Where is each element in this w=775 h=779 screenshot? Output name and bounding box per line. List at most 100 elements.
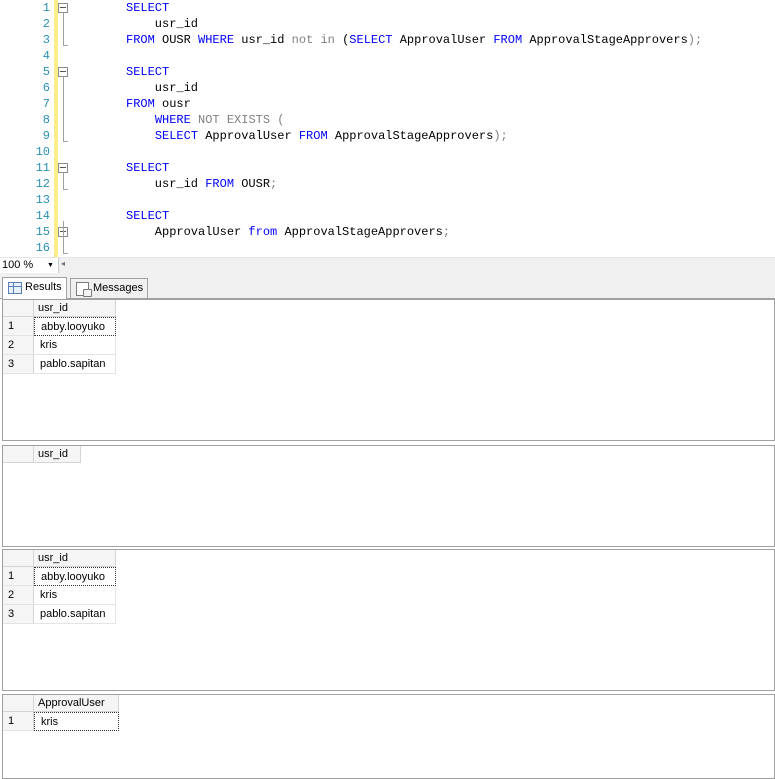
table-cell[interactable]: kris — [34, 712, 119, 731]
zoom-select[interactable]: 100 % ▼ — [0, 258, 59, 273]
grid-corner[interactable] — [3, 550, 34, 567]
code-line[interactable]: 3 FROM OUSR WHERE usr_id not in (SELECT A… — [0, 32, 775, 48]
grid-corner[interactable] — [3, 446, 34, 463]
code-line[interactable]: 13 — [0, 192, 775, 208]
code-token: WHERE — [198, 33, 242, 47]
code-token: SELECT — [349, 33, 400, 47]
collapse-icon[interactable] — [58, 3, 68, 13]
code-token: ApprovalUser — [205, 129, 299, 143]
code-line[interactable]: 8 WHERE NOT EXISTS ( — [0, 112, 775, 128]
code-line[interactable]: 15 ApprovalUser from ApprovalStageApprov… — [0, 224, 775, 240]
result-grid[interactable]: usr_id — [2, 445, 775, 547]
tab-results[interactable]: Results — [2, 277, 67, 299]
grid-corner[interactable] — [3, 695, 34, 712]
messages-icon — [76, 282, 92, 297]
code-text: WHERE NOT EXISTS ( — [126, 112, 285, 128]
code-token: FROM — [493, 33, 530, 47]
code-text: SELECT — [126, 160, 169, 176]
line-number: 6 — [42, 81, 50, 95]
scroll-left-icon[interactable]: ◂ — [61, 259, 65, 268]
row-header[interactable]: 3 — [3, 355, 34, 374]
grid-icon — [8, 282, 22, 294]
sql-editor[interactable]: 1 SELECT 2 usr_id 3 FROM OUSR WHERE usr_id n… — [0, 0, 775, 257]
column-header[interactable]: usr_id — [34, 300, 116, 317]
line-number: 10 — [35, 145, 50, 159]
table-cell[interactable]: abby.looyuko — [34, 317, 116, 336]
row-header[interactable]: 2 — [3, 336, 34, 355]
chevron-down-icon: ▼ — [47, 262, 54, 269]
collapse-icon[interactable] — [58, 67, 68, 77]
code-text: ApprovalUser from ApprovalStageApprovers… — [126, 224, 450, 240]
line-number: 9 — [42, 129, 50, 143]
code-token: FROM — [126, 97, 163, 111]
results-tabstrip: Results Messages — [0, 274, 775, 299]
code-token: ousr — [162, 97, 191, 111]
result-grid[interactable]: usr_id 1 abby.looyuko 2 kris 3 pablo.sapitan — [2, 549, 775, 691]
code-line[interactable]: 16 — [0, 240, 775, 256]
code-line[interactable]: 10 — [0, 144, 775, 160]
column-header[interactable]: ApprovalUser — [34, 695, 119, 712]
fold-guide — [63, 13, 64, 45]
tab-messages[interactable]: Messages — [70, 278, 149, 298]
fold-end — [63, 189, 68, 190]
result-grid[interactable]: usr_id 1 abby.looyuko 2 kris 3 pablo.sapitan — [2, 299, 775, 441]
tab-messages-label: Messages — [93, 282, 144, 294]
table-cell[interactable]: pablo.sapitan — [34, 605, 116, 624]
code-token: ; — [270, 177, 278, 191]
line-number: 7 — [42, 97, 50, 111]
code-token: FROM — [126, 33, 163, 47]
code-token: ApprovalStageApprovers — [334, 129, 494, 143]
line-number: 12 — [35, 177, 50, 191]
zoom-value: 100 % — [2, 259, 34, 271]
grid-corner[interactable] — [3, 300, 34, 317]
row-header[interactable]: 2 — [3, 586, 34, 605]
row-header[interactable]: 3 — [3, 605, 34, 624]
table-cell[interactable]: abby.looyuko — [34, 567, 116, 586]
code-token: not in — [291, 33, 343, 47]
code-line[interactable]: 2 usr_id — [0, 16, 775, 32]
table-cell[interactable]: pablo.sapitan — [34, 355, 116, 374]
code-line[interactable]: 12 usr_id FROM OUSR; — [0, 176, 775, 192]
code-token: NOT EXISTS ( — [198, 113, 285, 127]
code-text: usr_id FROM OUSR; — [126, 176, 277, 192]
code-line[interactable]: 1 SELECT — [0, 0, 775, 16]
code-line[interactable]: 9 SELECT ApprovalUser FROM ApprovalStage… — [0, 128, 775, 144]
code-line[interactable]: 4 — [0, 48, 775, 64]
line-number: 15 — [35, 225, 50, 239]
code-token: OUSR — [162, 33, 199, 47]
code-text: SELECT — [126, 0, 169, 16]
line-number: 2 — [42, 17, 50, 31]
tab-results-label: Results — [25, 281, 62, 293]
row-header[interactable]: 1 — [3, 712, 34, 731]
table-cell[interactable]: kris — [34, 336, 116, 355]
code-line[interactable]: 5 SELECT — [0, 64, 775, 80]
code-token: FROM — [298, 129, 335, 143]
column-header[interactable]: usr_id — [34, 446, 81, 463]
row-header[interactable]: 1 — [3, 317, 34, 336]
row-header[interactable]: 1 — [3, 567, 34, 586]
code-text: SELECT — [126, 208, 169, 224]
code-token: SELECT — [126, 65, 170, 79]
code-token: ApprovalUser — [399, 33, 494, 47]
code-token: WHERE — [154, 113, 199, 127]
code-line[interactable]: 7 FROM ousr — [0, 96, 775, 112]
code-token: usr_id — [126, 81, 199, 95]
line-number: 3 — [42, 33, 50, 47]
line-number: 16 — [35, 241, 50, 255]
code-line[interactable]: 6 usr_id — [0, 80, 775, 96]
code-token: SELECT — [126, 209, 170, 223]
line-number: 8 — [42, 113, 50, 127]
table-cell[interactable]: kris — [34, 586, 116, 605]
code-token: OUSR — [241, 177, 271, 191]
column-header[interactable]: usr_id — [34, 550, 116, 567]
collapse-icon[interactable] — [58, 163, 68, 173]
code-line[interactable]: 14 SELECT — [0, 208, 775, 224]
code-text: FROM OUSR WHERE usr_id not in (SELECT Ap… — [126, 32, 702, 48]
code-line[interactable]: 11 SELECT — [0, 160, 775, 176]
code-token: SELECT — [126, 161, 170, 175]
result-grid[interactable]: ApprovalUser 1 kris — [2, 694, 775, 779]
code-token: ); — [687, 33, 703, 47]
code-text: SELECT — [126, 64, 169, 80]
fold-end — [63, 141, 68, 142]
